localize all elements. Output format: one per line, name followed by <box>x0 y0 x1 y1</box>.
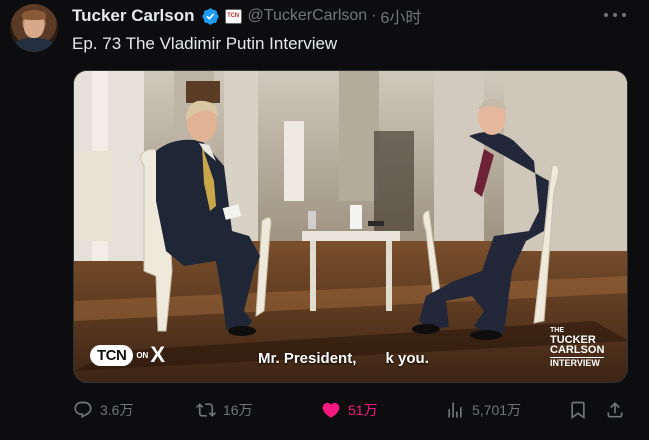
show-logo-line: CARLSON <box>550 344 605 357</box>
heart-icon <box>322 402 340 418</box>
post-header: Tucker Carlson TCN @TuckerCarlson · 6小时 <box>72 5 421 27</box>
channel-logo-tcn: TCN <box>90 344 134 366</box>
channel-logo-on: ON <box>136 350 149 360</box>
post-card[interactable]: Tucker Carlson TCN @TuckerCarlson · 6小时 … <box>0 0 649 440</box>
verified-badge-icon[interactable] <box>201 7 220 26</box>
author-name[interactable]: Tucker Carlson <box>72 6 195 26</box>
more-options-button[interactable] <box>604 6 626 24</box>
like-button[interactable]: 51万 <box>321 398 378 422</box>
reply-button[interactable]: 3.6万 <box>73 398 133 422</box>
like-count: 51万 <box>348 402 378 418</box>
separator-dot: · <box>371 7 377 24</box>
author-avatar[interactable] <box>10 4 58 52</box>
repost-count: 16万 <box>223 402 253 418</box>
more-icon <box>604 13 608 17</box>
bookmark-button[interactable] <box>568 398 595 422</box>
author-handle[interactable]: @TuckerCarlson <box>248 7 368 25</box>
views-count: 5,701万 <box>472 402 522 418</box>
affiliation-badge[interactable]: TCN <box>224 8 242 24</box>
post-timestamp[interactable]: 6小时 <box>381 4 422 28</box>
show-logo: THE TUCKER CARLSON INTERVIEW <box>550 327 605 368</box>
x-logo-icon: X <box>150 342 166 367</box>
bookmark-icon <box>571 401 585 420</box>
analytics-icon <box>448 402 462 418</box>
repost-icon <box>196 403 216 417</box>
share-icon <box>607 402 623 418</box>
channel-logo: TCN ON X <box>90 343 165 367</box>
show-logo-line: INTERVIEW <box>550 356 605 368</box>
post-text: Ep. 73 The Vladimir Putin Interview <box>72 34 338 53</box>
repost-button[interactable]: 16万 <box>196 398 253 422</box>
action-bar: 3.6万 16万 51万 5,701万 <box>73 398 628 422</box>
reply-icon <box>74 401 92 419</box>
video-frame <box>74 71 627 382</box>
video-player[interactable]: TCN ON X Mr. President, k you. THE TUCKE… <box>73 70 628 383</box>
share-button[interactable] <box>605 398 632 422</box>
reply-count: 3.6万 <box>100 402 134 418</box>
video-subtitle: Mr. President, k you. <box>258 350 429 367</box>
views-button[interactable]: 5,701万 <box>445 398 521 422</box>
